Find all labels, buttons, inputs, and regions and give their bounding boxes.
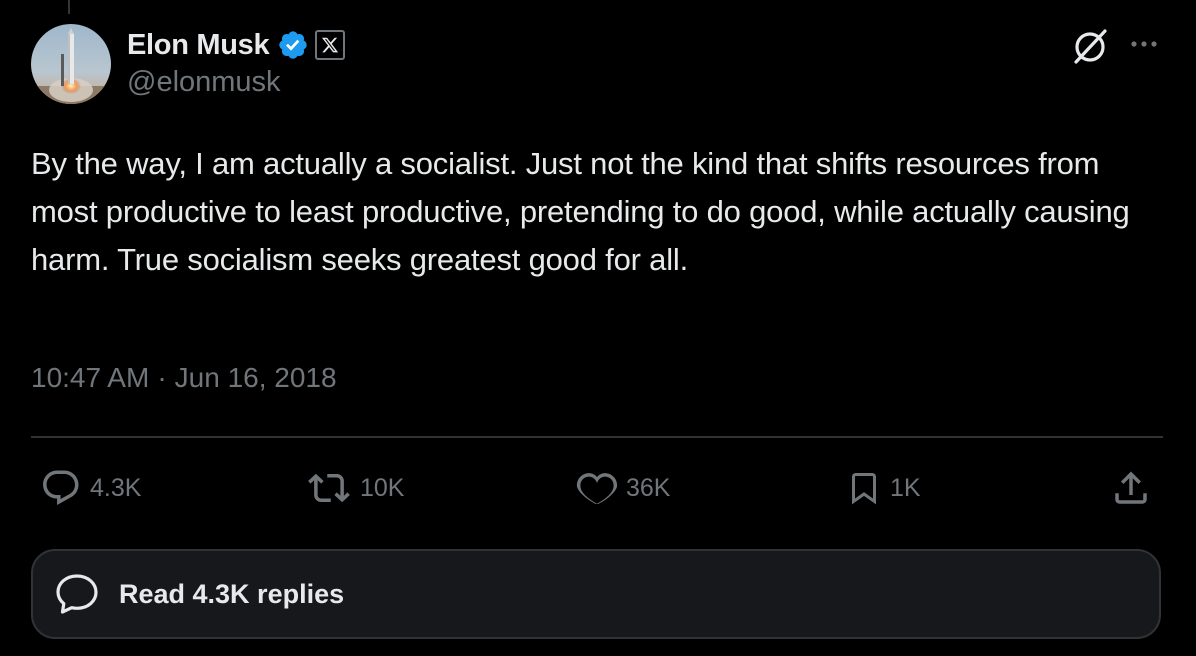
read-replies-button[interactable]: Read 4.3K replies — [31, 549, 1161, 639]
author-name[interactable]: Elon Musk — [127, 29, 270, 62]
like-count: 36K — [626, 473, 671, 502]
read-replies-label: Read 4.3K replies — [119, 578, 345, 609]
timestamp-separator: · — [157, 362, 167, 393]
author-name-row: Elon Musk — [127, 26, 346, 64]
heart-icon — [576, 473, 618, 505]
author-handle[interactable]: @elonmusk — [127, 66, 281, 99]
verified-badge-icon[interactable] — [277, 29, 309, 61]
reply-count: 4.3K — [90, 473, 142, 502]
like-button[interactable]: 36K — [576, 466, 670, 510]
x-logo-icon[interactable] — [315, 30, 346, 60]
more-dots-icon[interactable] — [1126, 34, 1162, 54]
thread-connector-line — [68, 0, 70, 14]
divider — [31, 436, 1163, 438]
tweet-date[interactable]: Jun 16, 2018 — [175, 362, 337, 394]
tweet-time[interactable]: 10:47 AM — [31, 362, 149, 394]
chat-bubble-icon — [56, 574, 98, 614]
tweet-text: By the way, I am actually a socialist. J… — [31, 146, 1130, 277]
grok-icon[interactable] — [1070, 26, 1110, 66]
bookmark-button[interactable]: 1K — [846, 466, 921, 510]
retweet-count: 10K — [360, 473, 405, 502]
retweet-icon — [308, 473, 350, 503]
share-icon — [1115, 471, 1147, 504]
bookmark-count: 1K — [890, 473, 921, 502]
reply-icon — [43, 470, 79, 505]
retweet-button[interactable]: 10K — [306, 466, 404, 510]
rocket-launch-avatar — [31, 24, 111, 104]
share-button[interactable] — [1110, 466, 1152, 510]
avatar[interactable] — [31, 24, 111, 104]
reply-button[interactable]: 4.3K — [40, 466, 141, 510]
bookmark-icon — [852, 473, 876, 505]
tweet-timestamp: 10:47 AM · Jun 16, 2018 — [31, 362, 337, 394]
